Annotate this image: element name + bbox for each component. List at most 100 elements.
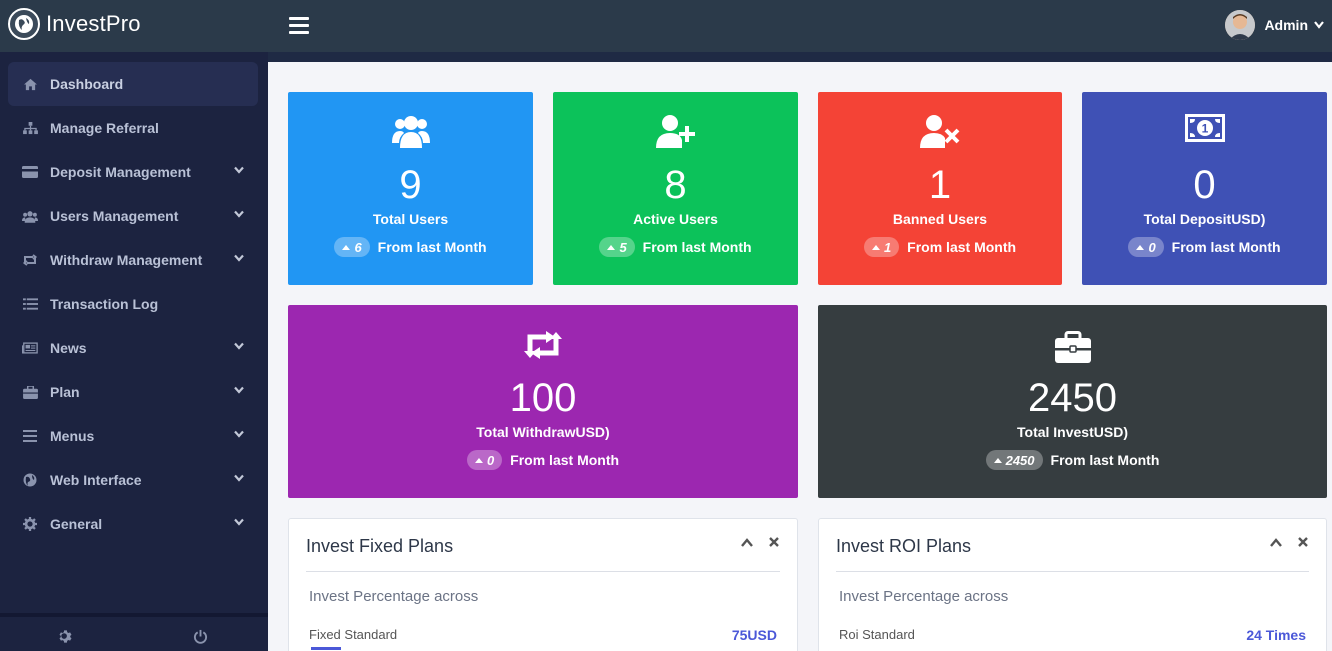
panel-subtitle: Invest Percentage across [839, 588, 1009, 605]
sidebar-item-label: General [50, 516, 103, 532]
sidebar: Dashboard Manage Referral Deposit Manageme… [0, 52, 268, 651]
stat-label: Total Users [372, 211, 449, 227]
sidebar-item-label: Users Management [50, 208, 179, 224]
stat-value: 1 [928, 163, 952, 207]
sidebar-footer [0, 613, 268, 651]
stat-value: 9 [399, 163, 422, 207]
sidebar-item-label: Menus [50, 428, 95, 444]
trend-text: From last Month [642, 239, 752, 255]
chevron-down-icon [234, 210, 244, 218]
trend-text: From last Month [1171, 239, 1281, 255]
chevron-down-icon [234, 386, 244, 394]
stat-value: 100 [509, 376, 577, 420]
trend-delta: 6 [354, 239, 362, 255]
sidebar-item-label: Manage Referral [50, 120, 159, 136]
header-strip [268, 52, 1332, 62]
brand-name: InvestPro [46, 11, 141, 36]
cog-icon [22, 516, 38, 532]
stat-label: Banned Users [892, 211, 988, 227]
user-plus-icon [553, 114, 798, 150]
credit-card-icon [22, 164, 38, 180]
trend-delta: 0 [486, 452, 495, 468]
stat-value: 2450 [1028, 376, 1117, 420]
sidebar-item-label: Transaction Log [50, 296, 159, 312]
top-navbar: InvestPro Admin [0, 0, 1332, 52]
caret-up-icon [607, 244, 616, 250]
chevron-down-icon [234, 342, 244, 350]
collapse-chevron-up-icon[interactable] [1270, 537, 1282, 547]
sidebar-item-users-management[interactable]: Users Management [8, 194, 258, 238]
plan-name: Fixed Standard [309, 627, 398, 642]
sidebar-item-dashboard[interactable]: Dashboard [8, 62, 258, 106]
briefcase-icon [818, 331, 1327, 367]
sidebar-item-menus[interactable]: Menus [8, 414, 258, 458]
globe-logo-icon [8, 8, 40, 40]
plan-progress-bar [311, 647, 341, 650]
bars-icon [22, 428, 38, 444]
trend-text: From last Month [1050, 452, 1160, 468]
settings-gear-icon[interactable] [58, 629, 73, 649]
invest-roi-plans-panel: Invest ROI Plans Invest Percentage acros… [818, 518, 1327, 651]
stat-label: Total InvestUSD) [1017, 424, 1128, 440]
trend-delta: 5 [619, 239, 627, 255]
divider [306, 571, 780, 572]
stat-card-total-depositusd: 1 0 Total DepositUSD) 0 From last Month [1082, 92, 1327, 285]
brand[interactable]: InvestPro [8, 8, 141, 40]
sidebar-item-label: Withdraw Management [50, 252, 203, 268]
sidebar-item-web-interface[interactable]: Web Interface [8, 458, 258, 502]
trend-text: From last Month [377, 239, 487, 255]
trend-delta: 1 [883, 239, 892, 255]
sidebar-item-transaction-log[interactable]: Transaction Log [8, 282, 258, 326]
stat-value: 8 [664, 163, 687, 207]
user-times-icon [818, 114, 1062, 150]
trend-badge: 0 [466, 450, 503, 470]
hamburger-menu-icon[interactable] [289, 17, 309, 35]
chevron-down-icon [1314, 21, 1324, 29]
stat-trend: 0 From last Month [288, 450, 798, 470]
collapse-chevron-up-icon[interactable] [741, 537, 753, 547]
trend-delta: 0 [1148, 239, 1156, 255]
stat-trend: 1 From last Month [818, 237, 1062, 257]
close-icon[interactable] [769, 537, 779, 547]
avatar [1225, 10, 1256, 40]
users-icon [22, 208, 38, 224]
invest-fixed-plans-panel: Invest Fixed Plans Invest Percentage acr… [288, 518, 798, 651]
retweet-icon [22, 252, 38, 268]
chevron-down-icon [234, 518, 244, 526]
home-icon [22, 76, 38, 92]
stat-trend: 6 From last Month [288, 237, 533, 257]
sidebar-item-withdraw-management[interactable]: Withdraw Management [8, 238, 258, 282]
panel-title: Invest ROI Plans [836, 536, 972, 556]
sidebar-item-deposit-management[interactable]: Deposit Management [8, 150, 258, 194]
trend-text: From last Month [907, 239, 1017, 255]
caret-up-icon [342, 244, 351, 250]
sidebar-item-manage-referral[interactable]: Manage Referral [8, 106, 258, 150]
divider [836, 571, 1309, 572]
user-menu[interactable]: Admin [1225, 10, 1324, 40]
stat-card-total-investusd: 2450 Total InvestUSD) 2450 From last Month [818, 305, 1327, 498]
trend-badge: 2450 [985, 450, 1043, 470]
sidebar-item-label: Deposit Management [50, 164, 191, 180]
chevron-down-icon [234, 254, 244, 262]
trend-text: From last Month [510, 452, 620, 468]
stat-trend: 2450 From last Month [818, 450, 1327, 470]
caret-up-icon [871, 244, 880, 250]
newspaper-icon [22, 340, 38, 356]
stat-trend: 0 From last Month [1082, 237, 1327, 257]
sidebar-item-plan[interactable]: Plan [8, 370, 258, 414]
sidebar-item-general[interactable]: General [8, 502, 258, 546]
trend-badge: 0 [1128, 237, 1164, 257]
sidebar-item-news[interactable]: News [8, 326, 258, 370]
stat-card-active-users: 8 Active Users 5 From last Month [553, 92, 798, 285]
panel-subtitle: Invest Percentage across [309, 588, 479, 605]
sidebar-item-label: Plan [50, 384, 80, 400]
power-icon[interactable] [193, 629, 208, 649]
caret-up-icon [1136, 244, 1145, 250]
plan-value: 24 Times [1246, 627, 1306, 643]
stat-card-total-withdrawusd: 100 Total WithdrawUSD) 0 From last Month [288, 305, 798, 498]
sidebar-item-label: Dashboard [50, 76, 124, 92]
stat-card-total-users: 9 Total Users 6 From last Month [288, 92, 533, 285]
stat-label: Active Users [633, 211, 718, 227]
close-icon[interactable] [1298, 537, 1308, 547]
chevron-down-icon [234, 430, 244, 438]
